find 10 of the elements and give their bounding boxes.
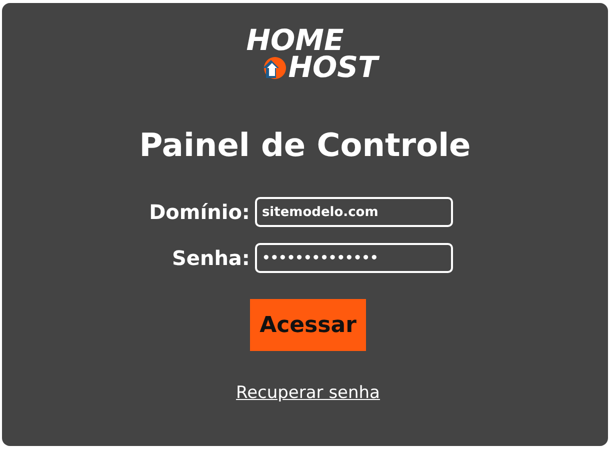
input-field[interactable]: •••••••••••••• — [254, 243, 453, 273]
logo-text: HOST — [288, 54, 378, 81]
field-label: Senha: — [170, 246, 250, 270]
input-field[interactable]: sitemodelo.com — [254, 197, 453, 227]
field-label: Domínio: — [149, 200, 250, 224]
recover-link[interactable]: Recuperar senha — [236, 383, 380, 403]
page-title: Painel de Controle — [139, 125, 471, 165]
logo-text: HOME — [246, 27, 344, 54]
house-logo-icon — [262, 56, 286, 80]
submit-button[interactable]: Acessar — [250, 299, 366, 351]
